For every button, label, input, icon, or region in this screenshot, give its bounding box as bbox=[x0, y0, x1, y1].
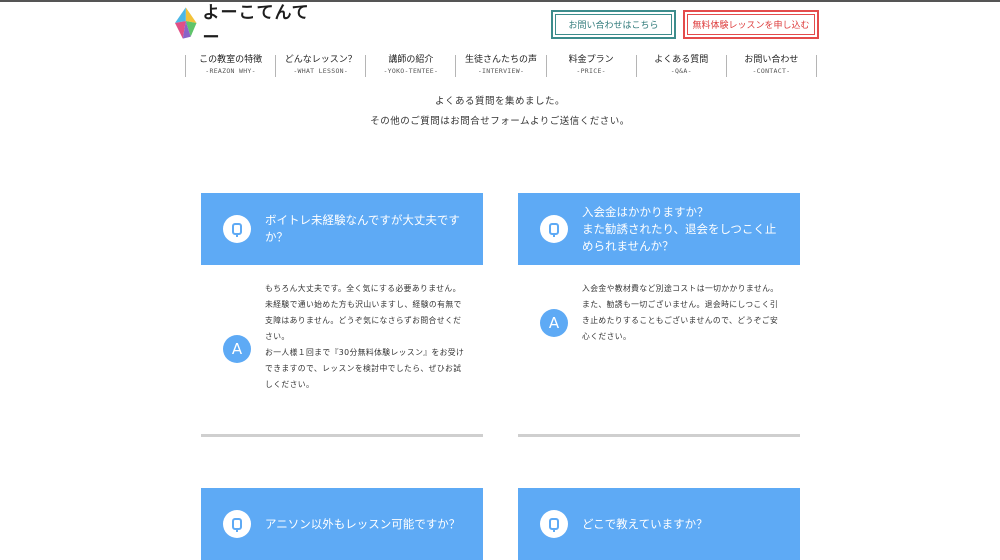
nav-item-reason[interactable]: この教室の特徴 -REAZON WHY- bbox=[185, 55, 275, 77]
logo-text: よーこてんてー bbox=[202, 3, 310, 48]
faq-question: 入会金はかかりますか？ また勧誘されたり、退会をしつこく止められませんか？ bbox=[518, 193, 800, 265]
answer-icon: A bbox=[223, 335, 251, 363]
nav-item-label: 料金プラン bbox=[568, 55, 614, 65]
nav-item-label: 生徒さんたちの声 bbox=[464, 55, 537, 65]
nav-item-interview[interactable]: 生徒さんたちの声 -INTERVIEW- bbox=[455, 55, 545, 77]
nav-item-sublabel: -WHAT LESSON- bbox=[293, 67, 349, 75]
question-icon bbox=[223, 510, 251, 538]
nav-item-sublabel: -CONTACT- bbox=[752, 67, 791, 75]
nav-item-label: どんなレッスン？ bbox=[284, 55, 357, 65]
nav-item-sublabel: -REAZON WHY- bbox=[205, 67, 256, 75]
logo-mark-icon bbox=[175, 7, 197, 39]
nav-item-faq[interactable]: よくある質問 -Q&A- bbox=[635, 55, 726, 77]
faq-intro: よくある質問を集めました。 その他のご質問はお問合せフォームよりご送信ください。 bbox=[0, 92, 1000, 132]
faq-card: ボイトレ未経験なんですが大丈夫ですか？ A もちろん大丈夫です。全く気にする必要… bbox=[201, 193, 483, 437]
nav-item-price[interactable]: 料金プラン -PRICE- bbox=[545, 55, 636, 77]
site-logo[interactable]: よーこてんてー bbox=[175, 3, 325, 48]
faq-question-text: 入会金はかかりますか？ また勧誘されたり、退会をしつこく止められませんか？ bbox=[582, 204, 777, 253]
faq-question: どこで教えていますか？ bbox=[518, 488, 800, 560]
question-icon bbox=[223, 215, 251, 243]
intro-line: よくある質問を集めました。 bbox=[434, 96, 565, 107]
question-icon bbox=[540, 510, 568, 538]
nav-item-label: よくある質問 bbox=[654, 55, 709, 65]
nav-item-contact[interactable]: お問い合わせ -CONTACT- bbox=[725, 55, 817, 77]
nav-item-lesson[interactable]: どんなレッスン？ -WHAT LESSON- bbox=[275, 55, 365, 77]
question-icon bbox=[540, 215, 568, 243]
nav-item-sublabel: -INTERVIEW- bbox=[477, 67, 525, 75]
faq-question: アニソン以外もレッスン可能ですか？ bbox=[201, 488, 483, 560]
intro-line: その他のご質問はお問合せフォームよりご送信ください。 bbox=[370, 116, 630, 127]
free-trial-button-label: 無料体験レッスンを申し込む bbox=[692, 21, 810, 31]
faq-answer: A 入会金や教材費など別途コストは一切かかりません。 また、勧誘も一切ございませ… bbox=[518, 265, 800, 437]
faq-card: アニソン以外もレッスン可能ですか？ bbox=[201, 488, 483, 560]
top-border bbox=[0, 0, 1000, 2]
nav-item-label: 講師の紹介 bbox=[388, 55, 434, 65]
nav-item-label: この教室の特徴 bbox=[199, 55, 263, 65]
nav-item-sublabel: -YOKO-TENTEE- bbox=[383, 67, 439, 75]
faq-question-text: ボイトレ未経験なんですが大丈夫ですか？ bbox=[265, 213, 460, 244]
main-nav: この教室の特徴 -REAZON WHY- どんなレッスン？ -WHAT LESS… bbox=[185, 55, 817, 77]
faq-question-text: どこで教えていますか？ bbox=[582, 516, 708, 531]
faq-answer-paragraph: また、勧誘も一切ございません。退会時にしつこく引き止めたりすることもございません… bbox=[582, 300, 779, 341]
contact-button-label: お問い合わせはこちら bbox=[568, 21, 659, 31]
nav-item-label: お問い合わせ bbox=[744, 55, 799, 65]
faq-answer-paragraph: 未経験で通い始めた方も沢山いますし、経験の有無で支障はありません。どうぞ気になさ… bbox=[265, 300, 462, 341]
faq-answer-paragraph: お一人様１回まで『30分無料体験レッスン』をお受けできますので、レッスンを検討中… bbox=[265, 348, 465, 389]
faq-card: どこで教えていますか？ bbox=[518, 488, 800, 560]
faq-answer-paragraph: もちろん大丈夫です。全く気にする必要ありません。 bbox=[265, 284, 461, 293]
contact-button[interactable]: お問い合わせはこちら bbox=[551, 10, 676, 39]
free-trial-button[interactable]: 無料体験レッスンを申し込む bbox=[683, 10, 819, 39]
nav-item-teacher[interactable]: 講師の紹介 -YOKO-TENTEE- bbox=[365, 55, 455, 77]
faq-card: 入会金はかかりますか？ また勧誘されたり、退会をしつこく止められませんか？ A … bbox=[518, 193, 800, 437]
answer-icon: A bbox=[540, 309, 568, 337]
faq-answer-paragraph: 入会金や教材費など別途コストは一切かかりません。 bbox=[582, 284, 779, 293]
faq-question-text: アニソン以外もレッスン可能ですか？ bbox=[265, 516, 461, 531]
faq-answer: A もちろん大丈夫です。全く気にする必要ありません。 未経験で通い始めた方も沢山… bbox=[201, 265, 483, 437]
faq-question: ボイトレ未経験なんですが大丈夫ですか？ bbox=[201, 193, 483, 265]
nav-item-sublabel: -PRICE- bbox=[576, 67, 606, 75]
nav-item-sublabel: -Q&A- bbox=[670, 67, 692, 75]
